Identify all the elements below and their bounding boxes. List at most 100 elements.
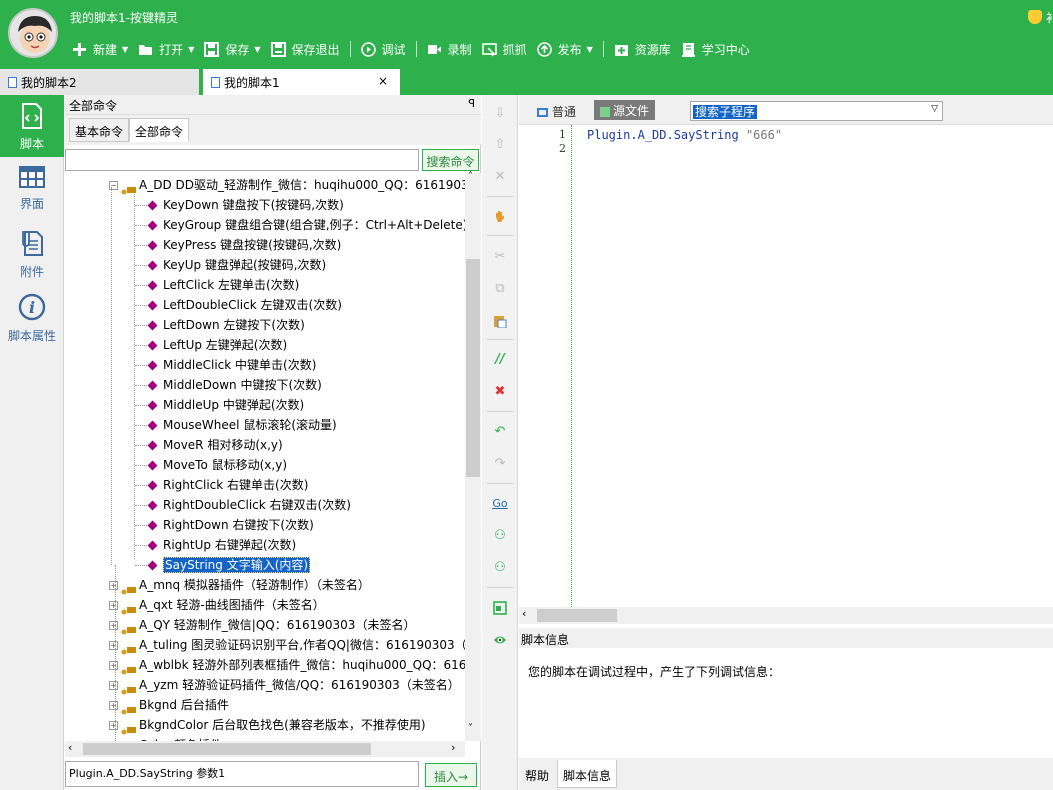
- scroll-left-icon[interactable]: ‹: [68, 741, 72, 754]
- nav-item-ui[interactable]: 界面: [0, 165, 64, 212]
- document-tabbar: 我的脚本2 我的脚本1 ×: [0, 66, 1053, 95]
- tree-method-item[interactable]: RightDoubleClick 右键双击(次数): [147, 495, 351, 515]
- new-button[interactable]: 新建 ▼: [72, 41, 128, 58]
- doc-tab-script1[interactable]: 我的脚本1 ×: [203, 69, 400, 95]
- comment-icon[interactable]: //: [493, 353, 507, 367]
- record-button[interactable]: 录制: [427, 41, 472, 58]
- tree-method-item[interactable]: LeftUp 左键弹起(次数): [147, 335, 287, 355]
- tree-method-item[interactable]: KeyPress 键盘按键(按键码,次数): [147, 235, 341, 255]
- save-exit-button[interactable]: 保存退出: [270, 41, 340, 58]
- doc-tab-script2[interactable]: 我的脚本2: [0, 69, 199, 95]
- tree-method-item[interactable]: MoveTo 鼠标移动(x,y): [147, 455, 287, 475]
- expand-toggle[interactable]: +: [109, 721, 118, 730]
- undo-icon[interactable]: ↶: [493, 425, 507, 439]
- window-icon[interactable]: [493, 601, 507, 615]
- editor-horizontal-scroll-thumb[interactable]: [537, 609, 617, 622]
- study-center-button[interactable]: 学习中心: [681, 41, 750, 58]
- expand-toggle[interactable]: +: [109, 601, 118, 610]
- move-up-icon[interactable]: ⇧: [493, 138, 507, 152]
- tree-method-item[interactable]: RightDown 右键按下(次数): [147, 515, 314, 535]
- resource-library-button[interactable]: 资源库: [614, 41, 671, 58]
- tree-plugin-node[interactable]: + A_wblbk 轻游外部列表框插件_微信：huqihu000_QQ：616: [109, 655, 465, 675]
- scroll-right-icon[interactable]: ›: [451, 741, 455, 754]
- tab-all-commands[interactable]: 全部命令: [129, 118, 190, 142]
- search-command-button[interactable]: 搜索命令: [422, 149, 479, 171]
- command-search-input[interactable]: [65, 149, 419, 171]
- scroll-down-icon[interactable]: ˅: [468, 723, 473, 734]
- tree-method-item[interactable]: RightClick 右键单击(次数): [147, 475, 308, 495]
- tree-method-item[interactable]: KeyDown 键盘按下(按键码,次数): [147, 195, 344, 215]
- tree-plugin-node[interactable]: + A_yzm 轻游验证码插件_微信/QQ：616190303（未签名）: [109, 675, 460, 695]
- tree-node-a-dd[interactable]: − A_DD DD驱动_轻游制作_微信：huqihu000_QQ：6161903: [109, 175, 465, 195]
- hand-icon[interactable]: [493, 209, 507, 223]
- tab-basic-commands[interactable]: 基本命令: [69, 118, 130, 142]
- tree-vertical-scroll-thumb[interactable]: [466, 259, 480, 477]
- expand-toggle[interactable]: +: [109, 621, 118, 630]
- shield-icon[interactable]: [1028, 10, 1042, 24]
- mode-source-button[interactable]: 源文件: [594, 100, 656, 120]
- tab-help[interactable]: 帮助: [520, 760, 554, 788]
- replace-icon[interactable]: ⚇: [493, 561, 507, 575]
- paste-icon[interactable]: [493, 314, 507, 329]
- tree-plugin-node[interactable]: + A_tuling 图灵验证码识别平台,作者QQ|微信：616190303（: [109, 635, 465, 655]
- method-icon: [147, 520, 158, 530]
- nav-item-properties[interactable]: i 脚本属性: [0, 293, 64, 344]
- tree-horizontal-scroll-thumb[interactable]: [83, 743, 371, 755]
- tab-script-info[interactable]: 脚本信息: [557, 760, 618, 788]
- move-down-icon[interactable]: ⇩: [493, 107, 507, 121]
- tree-method-item[interactable]: LeftDown 左键按下(次数): [147, 315, 305, 335]
- collapse-toggle[interactable]: −: [109, 181, 118, 190]
- tree-method-item[interactable]: KeyGroup 键盘组合键(组合键,例子：Ctrl+Alt+Delete): [147, 215, 465, 235]
- tree-method-item[interactable]: KeyUp 键盘弹起(按键码,次数): [147, 255, 326, 275]
- save-button[interactable]: 保存 ▼: [204, 41, 261, 58]
- nav-item-script[interactable]: 脚本: [0, 95, 64, 157]
- mode-normal-button[interactable]: 普通: [537, 103, 576, 120]
- code-line[interactable]: Plugin.A_DD.SayString "666": [587, 128, 782, 142]
- tree-method-item[interactable]: MouseWheel 鼠标滚轮(滚动量): [147, 415, 337, 435]
- insert-preview-field[interactable]: Plugin.A_DD.SayString 参数1: [65, 761, 419, 787]
- expand-toggle[interactable]: +: [109, 701, 118, 710]
- delete-icon[interactable]: ✕: [493, 170, 507, 184]
- tree-method-item[interactable]: MiddleDown 中键按下(次数): [147, 375, 322, 395]
- command-tree[interactable]: − A_DD DD驱动_轻游制作_微信：huqihu000_QQ：6161903 …: [65, 173, 465, 741]
- tree-method-item[interactable]: MiddleClick 中键单击(次数): [147, 355, 316, 375]
- scroll-up-icon[interactable]: ˄: [468, 171, 473, 182]
- title-extra-label[interactable]: 补: [1046, 9, 1053, 26]
- open-button[interactable]: 打开 ▼: [138, 41, 194, 58]
- tree-plugin-node[interactable]: + Bkgnd 后台插件: [109, 695, 229, 715]
- tree-method-item[interactable]: LeftDoubleClick 左键双击(次数): [147, 295, 342, 315]
- insert-button[interactable]: 插入→: [425, 763, 477, 787]
- cut-icon[interactable]: ✂: [493, 250, 507, 264]
- copy-icon[interactable]: ⧉: [493, 282, 507, 296]
- tree-method-item[interactable]: SayString 文字输入(内容): [147, 555, 311, 575]
- expand-toggle[interactable]: +: [109, 681, 118, 690]
- tree-plugin-node[interactable]: + BkgndColor 后台取色找色(兼容老版本，不推荐使用): [109, 715, 426, 735]
- tree-plugin-node[interactable]: + A_qxt 轻游-曲线图插件（未签名）: [109, 595, 325, 615]
- tree-plugin-node[interactable]: + A_QY 轻游制作_微信|QQ：616190303（未签名）: [109, 615, 415, 635]
- debug-button[interactable]: 调试: [360, 41, 406, 58]
- tree-method-item[interactable]: LeftClick 左键单击(次数): [147, 275, 299, 295]
- subroutine-search-select[interactable]: 搜索子程序 ▽: [690, 101, 943, 121]
- nav-item-attachment[interactable]: 附件: [0, 229, 64, 280]
- panel-title: 全部命令: [69, 99, 118, 113]
- publish-button[interactable]: 发布 ▼: [536, 41, 593, 58]
- goto-icon[interactable]: Go: [491, 497, 509, 511]
- scroll-left-icon[interactable]: ‹: [522, 607, 526, 620]
- expand-toggle[interactable]: +: [109, 581, 118, 590]
- expand-toggle[interactable]: +: [109, 641, 118, 650]
- uncomment-icon[interactable]: ✖: [493, 385, 507, 399]
- capture-button[interactable]: 抓抓: [481, 41, 527, 58]
- tree-method-item[interactable]: RightUp 右键弹起(次数): [147, 535, 296, 555]
- find-icon[interactable]: ⚇: [493, 529, 507, 543]
- eye-icon[interactable]: [493, 633, 507, 647]
- redo-icon[interactable]: ↷: [493, 457, 507, 471]
- pin-icon[interactable]: ꟼ: [468, 97, 475, 110]
- avatar[interactable]: [8, 8, 58, 58]
- expand-toggle[interactable]: +: [109, 661, 118, 670]
- tree-plugin-node[interactable]: + A_mnq 模拟器插件（轻游制作）（未签名）: [109, 575, 370, 595]
- new-button-label: 新建: [93, 42, 118, 57]
- tree-method-item[interactable]: MoveR 相对移动(x,y): [147, 435, 283, 455]
- close-icon[interactable]: ×: [378, 74, 388, 88]
- tree-node-label: A_wblbk 轻游外部列表框插件_微信：huqihu000_QQ：616: [139, 658, 465, 672]
- tree-method-item[interactable]: MiddleUp 中键弹起(次数): [147, 395, 304, 415]
